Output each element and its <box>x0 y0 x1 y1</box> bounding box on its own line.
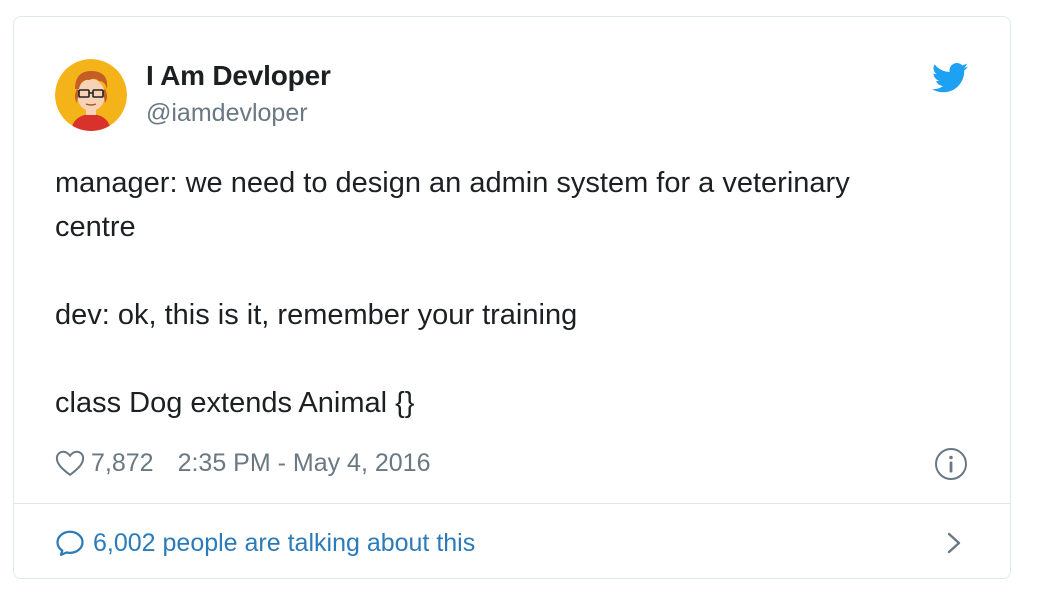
like-count[interactable]: 7,872 <box>91 449 154 478</box>
tweet-text: manager: we need to design an admin syst… <box>55 167 850 419</box>
speech-bubble-icon <box>56 530 84 556</box>
conversation-link[interactable]: 6,002 people are talking about this <box>55 523 475 563</box>
divider <box>14 503 1010 504</box>
tweet-meta: 7,872 2:35 PM - May 4, 2016 <box>55 443 430 483</box>
heart-icon[interactable] <box>55 449 85 477</box>
avatar[interactable] <box>55 59 127 131</box>
info-icon[interactable] <box>934 447 968 481</box>
conversation-text[interactable]: 6,002 people are talking about this <box>93 529 475 558</box>
author-name[interactable]: I Am Devloper <box>146 59 331 93</box>
tweet-timestamp[interactable]: 2:35 PM - May 4, 2016 <box>178 449 431 478</box>
twitter-bird-icon[interactable] <box>932 62 968 93</box>
chevron-right-icon[interactable] <box>942 529 966 557</box>
tweet-card: I Am Devloper @iamdevloper manager: we n… <box>13 16 1011 579</box>
author-handle[interactable]: @iamdevloper <box>146 97 308 129</box>
